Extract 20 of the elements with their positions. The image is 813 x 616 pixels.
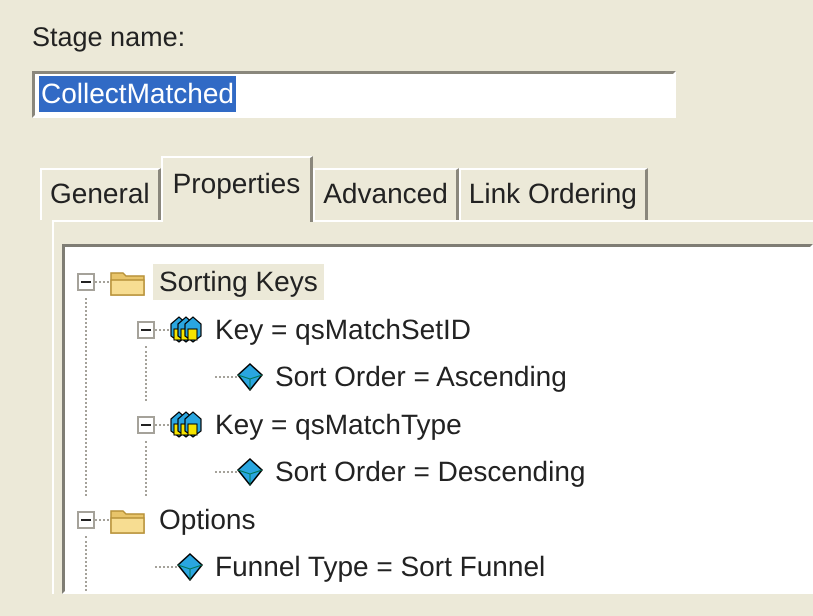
tab[interactable]: Advanced <box>313 168 459 220</box>
tree-item[interactable]: Sort Order = Ascending <box>269 359 573 396</box>
tree-item[interactable]: Funnel Type = Sort Funnel <box>209 549 552 586</box>
cube-icon <box>177 553 203 582</box>
collapse-toggle[interactable] <box>77 273 95 292</box>
cube-icon <box>237 458 263 486</box>
tree-item[interactable]: Sort Order = Descending <box>269 454 592 490</box>
tree-item[interactable]: Sorting Keys <box>153 264 324 300</box>
tab[interactable]: General <box>40 168 161 220</box>
tree-item[interactable]: Options <box>153 502 262 538</box>
stage-name-field[interactable]: CollectMatched <box>32 71 676 118</box>
collapse-toggle[interactable] <box>137 416 155 434</box>
cube-icon <box>237 363 263 392</box>
tab[interactable]: Link Ordering <box>458 168 648 220</box>
tab[interactable]: Properties <box>160 156 314 222</box>
tree-item[interactable]: Key = qsMatchSetID <box>209 312 478 348</box>
collapse-toggle[interactable] <box>77 510 95 529</box>
field-label: Stage name: <box>32 22 186 53</box>
tree-item[interactable]: Key = qsMatchType <box>209 406 468 443</box>
collapse-toggle[interactable] <box>137 320 155 339</box>
